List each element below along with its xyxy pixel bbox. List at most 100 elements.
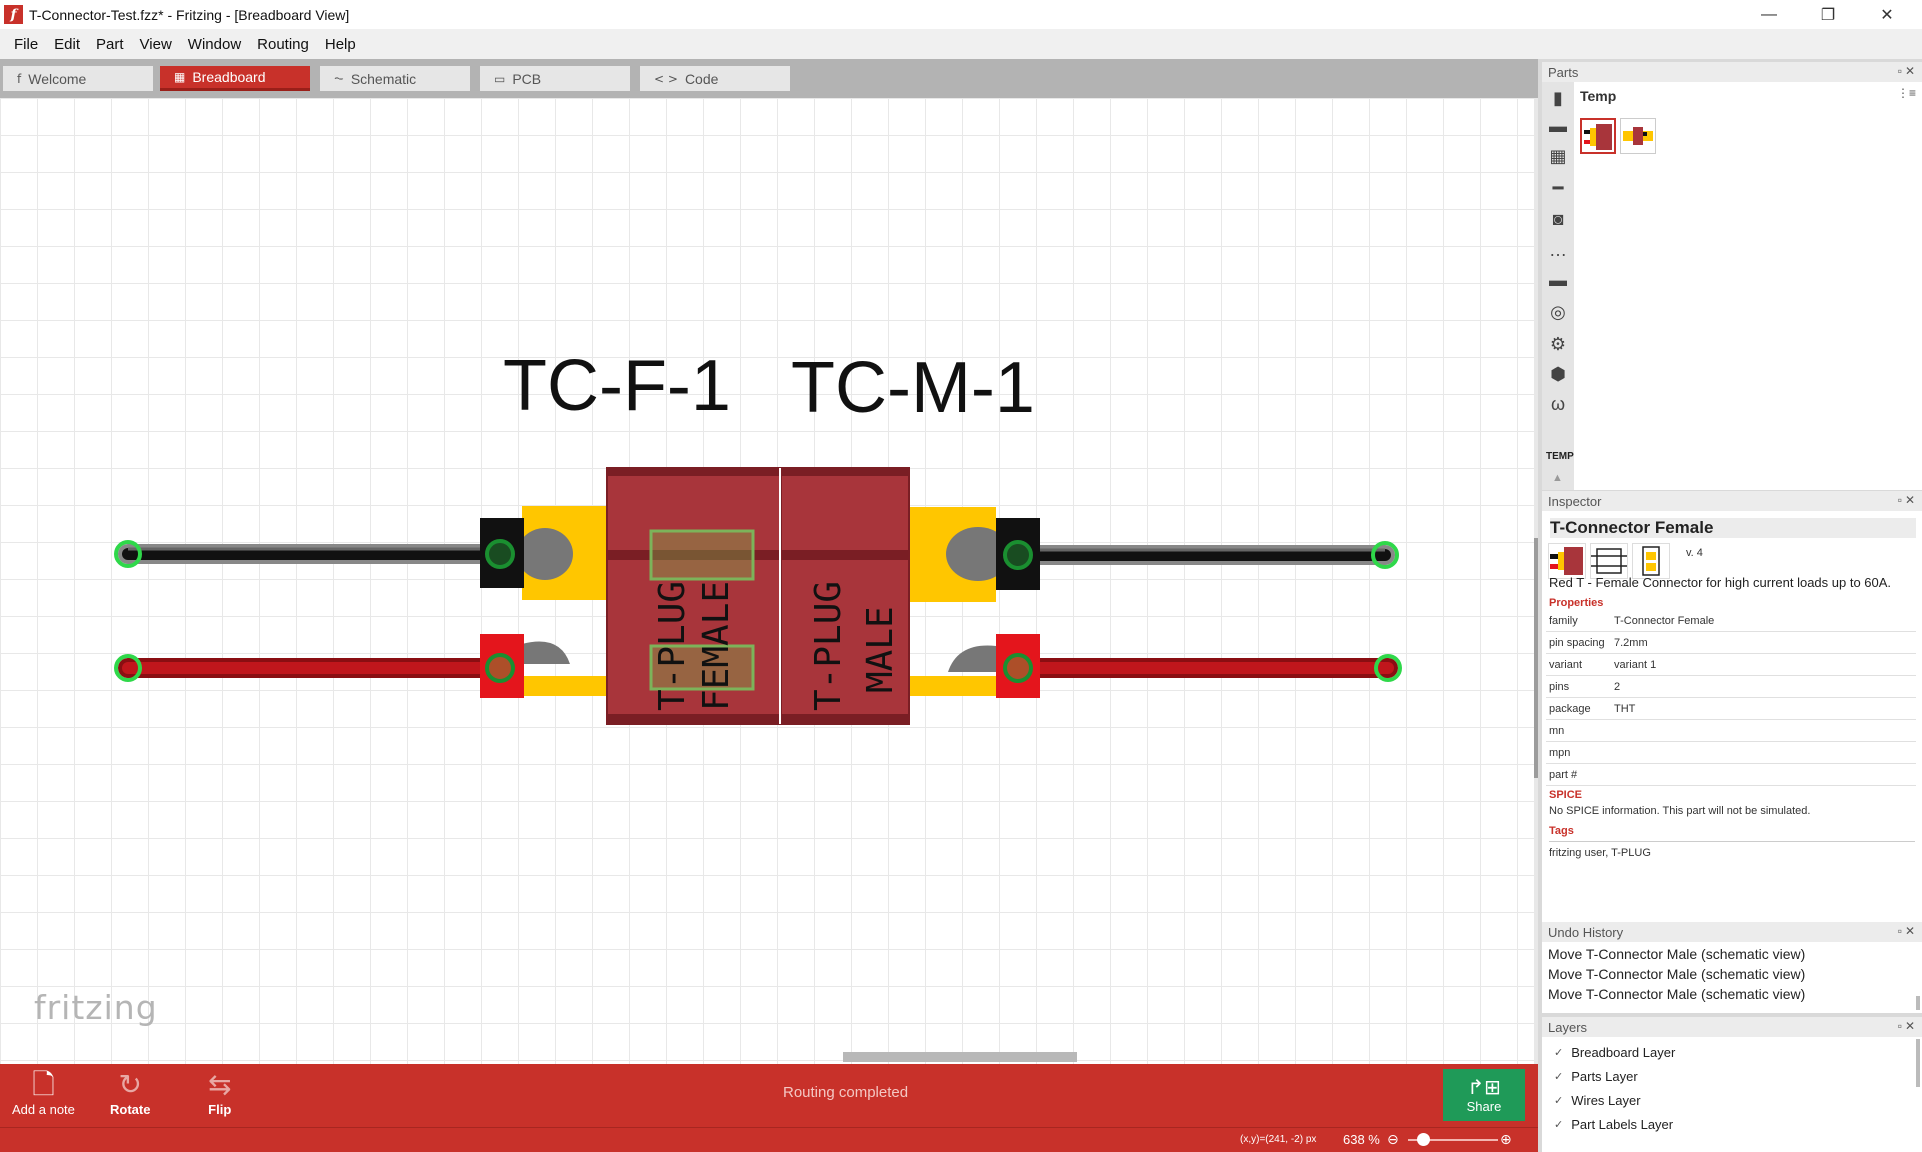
menu-file[interactable]: File: [6, 36, 46, 53]
parts-panel-title: Parts: [1548, 64, 1579, 80]
property-value[interactable]: 2: [1614, 681, 1916, 693]
share-button[interactable]: ↱⊞ Share: [1443, 1069, 1525, 1121]
horizontal-scroll-thumb[interactable]: [843, 1052, 1077, 1062]
wire-black-right[interactable]: [1008, 545, 1395, 565]
scroll-up-icon[interactable]: ▲: [1552, 472, 1563, 484]
layers-scrollbar[interactable]: [1916, 1039, 1920, 1087]
wire-black-left[interactable]: [118, 544, 510, 564]
wire-icon[interactable]: ω: [1546, 392, 1570, 416]
layer-parts[interactable]: ✓ Parts Layer: [1554, 1069, 1638, 1084]
tags-value[interactable]: fritzing user, T-PLUG: [1549, 841, 1915, 859]
schematic-view-icon: [1591, 548, 1627, 574]
connector-pin-2[interactable]: [485, 653, 515, 683]
checkmark-icon[interactable]: ✓: [1554, 1046, 1563, 1059]
window-title: T-Connector-Test.fzz* - Fritzing - [Brea…: [29, 6, 350, 23]
speaker-icon[interactable]: ◙: [1546, 207, 1570, 231]
tab-code[interactable]: < > Code: [640, 66, 790, 91]
checkmark-icon[interactable]: ✓: [1554, 1094, 1563, 1107]
status-bar: (x,y)=(241, -2) px 638 % ⊖ ⊕: [0, 1127, 1538, 1152]
rotate-button[interactable]: ↻ Rotate: [110, 1068, 150, 1117]
fritzing-app-icon: f: [4, 5, 23, 24]
property-row-pin-spacing: pin spacing 7.2mm: [1546, 632, 1916, 654]
motor-icon[interactable]: ⚙: [1546, 332, 1570, 356]
menu-routing[interactable]: Routing: [249, 36, 317, 53]
inspector-panel: Inspector ▫✕ T-Connector Female v. 4 Red…: [1542, 491, 1922, 928]
layer-part-labels[interactable]: ✓ Part Labels Layer: [1554, 1117, 1673, 1132]
chip-icon[interactable]: ▦: [1546, 144, 1570, 168]
zoom-in-icon[interactable]: ⊕: [1500, 1131, 1512, 1148]
hexagon-icon[interactable]: ⬢: [1546, 362, 1570, 386]
servo-icon[interactable]: ▬: [1546, 114, 1570, 138]
property-row-package: package THT: [1546, 698, 1916, 720]
label-female[interactable]: TC-F-1: [503, 346, 731, 426]
menu-view[interactable]: View: [132, 36, 180, 53]
t-connector-male-body[interactable]: T-PLUG MALE: [779, 467, 910, 725]
flip-button[interactable]: ⇆ Flip: [208, 1068, 231, 1117]
resistor-icon[interactable]: ━: [1546, 176, 1570, 200]
zoom-slider-thumb[interactable]: [1417, 1133, 1431, 1146]
menu-part[interactable]: Part: [88, 36, 132, 53]
property-value[interactable]: T-Connector Female: [1614, 615, 1916, 627]
menu-edit[interactable]: Edit: [46, 36, 88, 53]
rotate-icon: ↻: [118, 1068, 142, 1101]
t-connector-male-thumb-icon: [1623, 127, 1653, 145]
minimize-button[interactable]: —: [1740, 0, 1798, 29]
panel-float-close-icon[interactable]: ▫✕: [1898, 1019, 1918, 1033]
add-note-button[interactable]: 🗋 Add a note: [12, 1068, 75, 1117]
bin-temp-label[interactable]: TEMP: [1546, 451, 1574, 462]
label-male[interactable]: TC-M-1: [791, 348, 1035, 428]
property-row-mpn: mpn: [1546, 742, 1916, 764]
connector-pin-3[interactable]: [1003, 540, 1033, 570]
panel-float-close-icon[interactable]: ▫✕: [1898, 64, 1918, 78]
bin-menu-icon[interactable]: ⋮≡: [1897, 86, 1916, 100]
checkmark-icon[interactable]: ✓: [1554, 1070, 1563, 1083]
view-tab-strip: f Welcome ▦ Breadboard ⏦ Schematic ▭ PCB…: [0, 59, 1538, 98]
parts-bin-contents: Temp ⋮≡: [1574, 82, 1922, 490]
layer-wires[interactable]: ✓ Wires Layer: [1554, 1093, 1641, 1108]
property-row-part-number: part #: [1546, 764, 1916, 786]
flip-label: Flip: [208, 1102, 232, 1117]
tab-breadboard[interactable]: ▦ Breadboard: [160, 66, 310, 91]
inspector-part-title: T-Connector Female: [1550, 518, 1916, 538]
layer-label: Part Labels Layer: [1571, 1117, 1674, 1132]
ic-icon[interactable]: ▮: [1546, 86, 1570, 110]
part-thumb-t-connector-female[interactable]: [1580, 118, 1616, 154]
property-row-variant: variant variant 1: [1546, 654, 1916, 676]
property-value[interactable]: variant 1: [1614, 659, 1916, 671]
menu-window[interactable]: Window: [180, 36, 249, 53]
connector-pin-4[interactable]: [1003, 653, 1033, 683]
menu-bar: File Edit Part View Window Routing Help: [0, 29, 1922, 59]
property-value[interactable]: THT: [1614, 703, 1916, 715]
panel-float-close-icon[interactable]: ▫✕: [1898, 924, 1918, 938]
undo-item[interactable]: Move T-Connector Male (schematic view): [1548, 966, 1805, 982]
property-value[interactable]: 7.2mm: [1614, 637, 1916, 649]
maximize-button[interactable]: ❐: [1799, 0, 1857, 29]
title-bar: f T-Connector-Test.fzz* - Fritzing - [Br…: [0, 0, 1922, 29]
tab-schematic[interactable]: ⏦ Schematic: [320, 66, 470, 91]
undo-panel-title: Undo History: [1548, 924, 1624, 940]
display-icon[interactable]: ▬: [1546, 268, 1570, 292]
tab-pcb[interactable]: ▭ PCB: [480, 66, 630, 91]
part-thumb-t-connector-male[interactable]: [1620, 118, 1656, 154]
connector-pin-1[interactable]: [485, 539, 515, 569]
antenna-icon[interactable]: ◎: [1546, 300, 1570, 324]
close-window-button[interactable]: ✕: [1858, 0, 1916, 29]
menu-help[interactable]: Help: [317, 36, 364, 53]
property-row-family: family T-Connector Female: [1546, 610, 1916, 632]
tab-welcome[interactable]: f Welcome: [3, 66, 153, 91]
panel-float-close-icon[interactable]: ▫✕: [1898, 493, 1918, 507]
part-version: v. 4: [1686, 547, 1703, 559]
layers-panel-title: Layers: [1548, 1019, 1588, 1035]
undo-item[interactable]: Move T-Connector Male (schematic view): [1548, 986, 1805, 1002]
inspector-breadboard-image: [1548, 543, 1586, 579]
undo-item[interactable]: Move T-Connector Male (schematic view): [1548, 946, 1805, 962]
breadboard-canvas[interactable]: TC-F-1 TC-M-1 T-PLUG FEMALE T-PLUG MALE …: [0, 98, 1534, 1064]
t-connector-female-body[interactable]: T-PLUG FEMALE: [606, 467, 781, 725]
layers-panel-header: Layers ▫✕: [1542, 1017, 1922, 1037]
zoom-out-icon[interactable]: ⊖: [1387, 1131, 1399, 1148]
fritzing-watermark: fritzing: [34, 988, 158, 1027]
checkmark-icon[interactable]: ✓: [1554, 1118, 1563, 1131]
dots-icon[interactable]: …: [1546, 238, 1570, 262]
undo-scrollbar[interactable]: [1916, 996, 1920, 1010]
layer-breadboard[interactable]: ✓ Breadboard Layer: [1554, 1045, 1675, 1060]
